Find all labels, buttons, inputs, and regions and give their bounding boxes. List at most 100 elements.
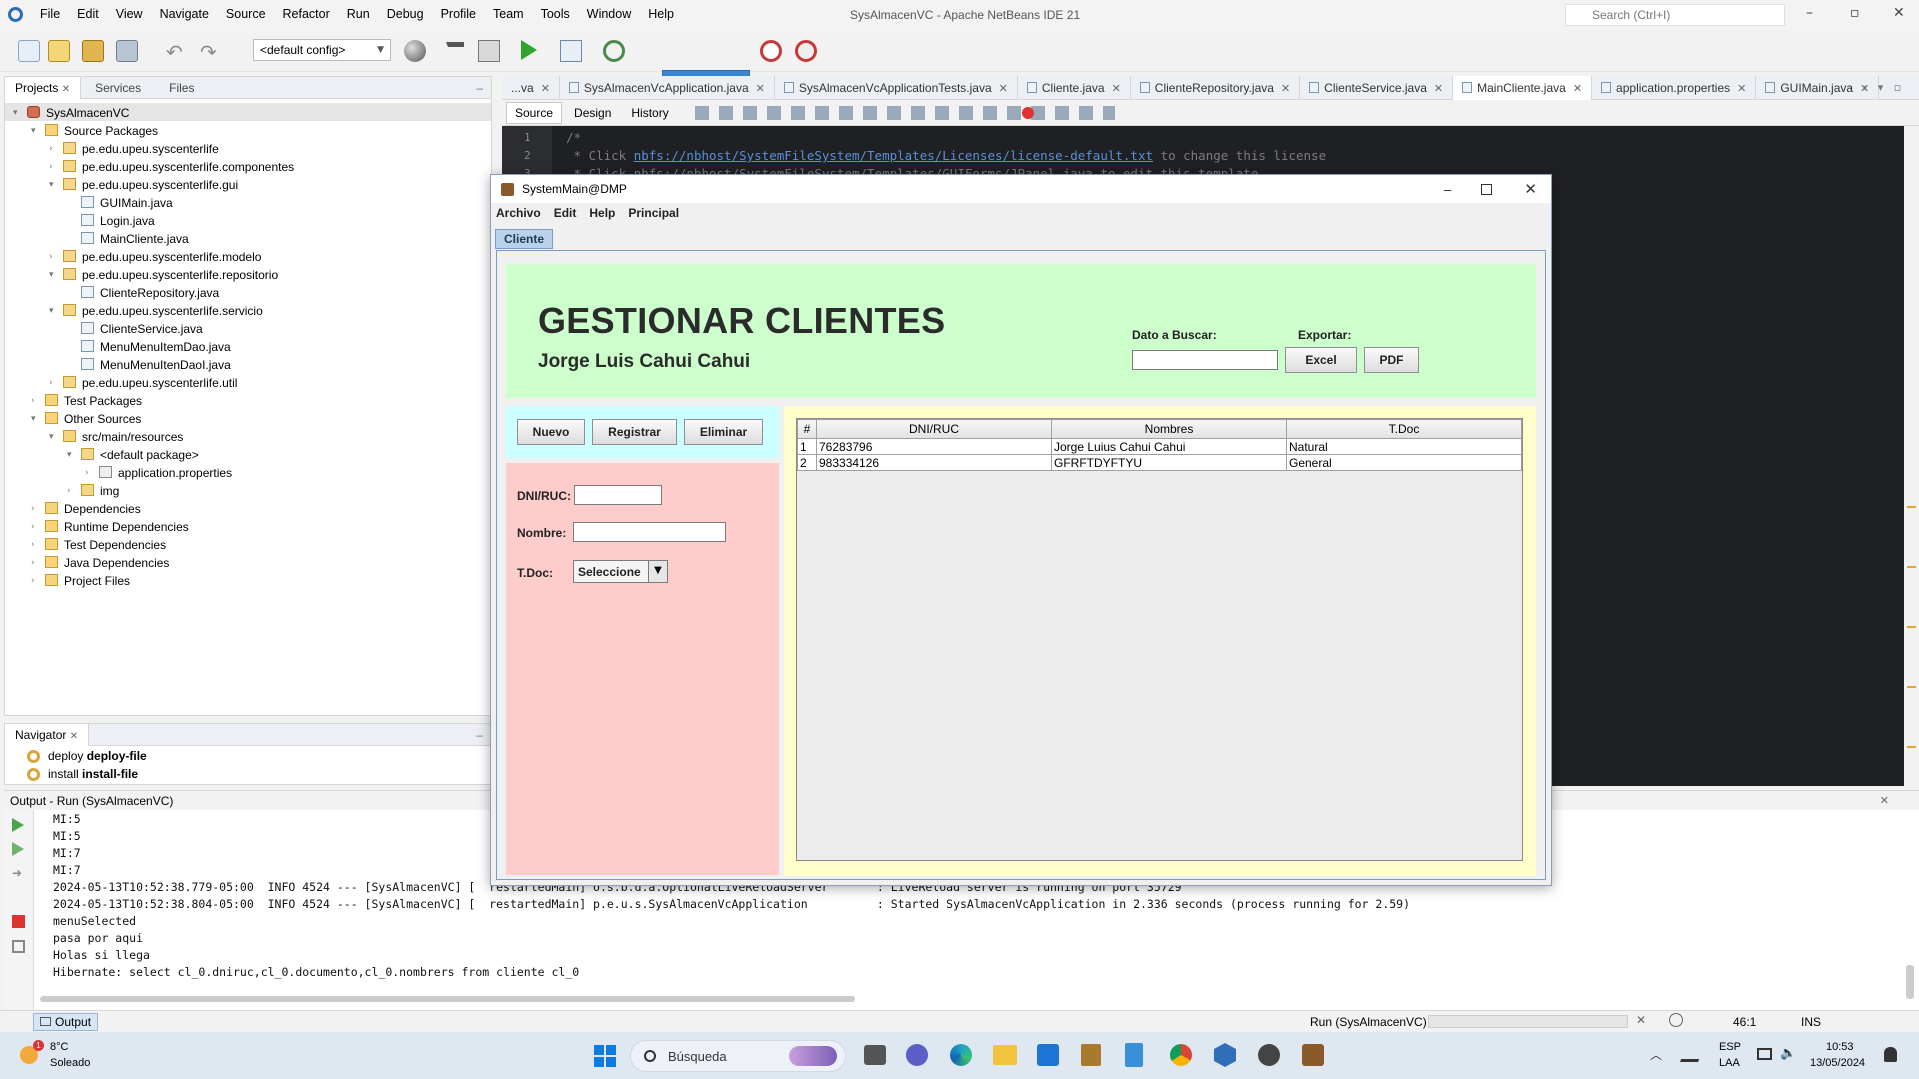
tree-item[interactable]: MainCliente.java (5, 229, 491, 247)
view-source-button[interactable]: Source (506, 101, 563, 124)
clients-table[interactable]: # DNI/RUC Nombres T.Doc 1 76283796 Jorge L… (796, 418, 1523, 861)
network-icon[interactable] (1680, 1046, 1704, 1062)
netbeans-taskbar-icon[interactable] (1214, 1043, 1236, 1067)
stop-icon[interactable] (12, 915, 25, 928)
globe-icon[interactable] (404, 40, 426, 62)
editor-tab[interactable]: ClienteRepository.java ✕ (1131, 75, 1301, 100)
tree-item[interactable]: ▾ pe.edu.upeu.syscenterlife.servicio (5, 301, 491, 319)
clock-date[interactable]: 13/05/2024 (1810, 1057, 1865, 1069)
ide-menu-profile[interactable]: Profile (441, 7, 476, 21)
game-app-icon[interactable] (1258, 1044, 1280, 1066)
ide-menu-file[interactable]: File (40, 7, 60, 21)
collapsed-arrow-icon[interactable]: › (31, 572, 41, 590)
close-icon[interactable]: ✕ (62, 84, 70, 95)
editor-tab[interactable]: ClienteService.java ✕ (1300, 75, 1454, 100)
tree-item[interactable]: › Test Packages (5, 391, 491, 409)
collapsed-arrow-icon[interactable]: › (31, 536, 41, 554)
tree-item[interactable]: ClienteRepository.java (5, 283, 491, 301)
ide-menu-source[interactable]: Source (226, 7, 266, 21)
view-design-button[interactable]: Design (566, 103, 619, 123)
editor-tool-icons[interactable] (694, 105, 1115, 120)
undo-icon[interactable]: ↶ (166, 40, 183, 64)
close-icon[interactable]: ✕ (999, 83, 1008, 95)
editor-scrollbar[interactable] (1904, 126, 1919, 786)
collapsed-arrow-icon[interactable]: › (31, 554, 41, 572)
tree-item[interactable]: › pe.edu.upeu.syscenterlife.componentes (5, 157, 491, 175)
record-macro-icon[interactable] (1022, 107, 1034, 119)
expanded-arrow-icon[interactable]: ▾ (67, 446, 77, 464)
new-button[interactable]: Nuevo (517, 419, 585, 445)
minimize-icon[interactable]: – (1806, 5, 1813, 21)
tab-cliente[interactable]: Cliente (495, 229, 554, 249)
close-icon[interactable]: ✕ (1737, 83, 1746, 95)
tree-item[interactable]: › application.properties (5, 463, 491, 481)
close-icon[interactable]: ✕ (1281, 83, 1290, 95)
build-hammer-icon[interactable] (446, 42, 464, 60)
tree-item[interactable]: › Dependencies (5, 499, 491, 517)
chrome-icon[interactable] (1170, 1044, 1192, 1066)
editor-tab[interactable]: application.properties ✕ (1592, 75, 1757, 100)
minimize-panel-icon[interactable]: – (476, 81, 483, 95)
collapsed-arrow-icon[interactable]: › (31, 392, 41, 410)
tab-navigator[interactable]: Navigator ✕ (5, 723, 90, 746)
java-app-icon[interactable] (1302, 1044, 1324, 1066)
search-input[interactable] (1132, 350, 1278, 370)
editor-tab[interactable]: SysAlmacenVcApplication.java ✕ (560, 75, 775, 100)
close-icon[interactable]: ✕ (1573, 83, 1582, 95)
ide-menu-debug[interactable]: Debug (387, 7, 424, 21)
clock-time[interactable]: 10:53 (1826, 1041, 1854, 1053)
ide-menu-edit[interactable]: Edit (77, 7, 99, 21)
expanded-arrow-icon[interactable]: ▾ (49, 302, 59, 320)
collapsed-arrow-icon[interactable]: › (49, 248, 59, 266)
rerun-with-params-icon[interactable] (12, 842, 24, 856)
navigator-item[interactable]: install install-file (5, 766, 491, 784)
tree-item[interactable]: ▾ Other Sources (5, 409, 491, 427)
collapsed-arrow-icon[interactable]: › (85, 464, 95, 482)
column-header-name[interactable]: Nombres (1051, 419, 1287, 439)
column-header-index[interactable]: # (797, 419, 817, 439)
name-field[interactable] (573, 522, 726, 542)
ide-menu-refactor[interactable]: Refactor (283, 7, 330, 21)
collapsed-arrow-icon[interactable]: › (49, 140, 59, 158)
delete-button[interactable]: Eliminar (684, 419, 763, 445)
language-secondary[interactable]: LAA (1719, 1057, 1740, 1069)
minimize-panel-icon[interactable]: – (476, 728, 483, 742)
close-icon[interactable]: ✕ (1112, 83, 1121, 95)
tree-item[interactable]: › pe.edu.upeu.syscenterlife.modelo (5, 247, 491, 265)
tree-item[interactable]: GUIMain.java (5, 193, 491, 211)
expanded-arrow-icon[interactable]: ▾ (31, 410, 41, 428)
tab-files[interactable]: Files (159, 77, 204, 99)
display-icon[interactable] (1757, 1048, 1772, 1060)
ide-menu-view[interactable]: View (116, 7, 143, 21)
expanded-arrow-icon[interactable]: ▾ (49, 428, 59, 446)
ide-menu-help[interactable]: Help (648, 7, 674, 21)
navigator-item[interactable]: deploy deploy-file (5, 748, 491, 766)
tree-item[interactable]: › img (5, 481, 491, 499)
tdoc-select[interactable]: Seleccione ▼ (573, 560, 668, 583)
maximize-icon[interactable] (1481, 183, 1493, 195)
close-icon[interactable]: ✕ (541, 83, 550, 95)
archive-app-icon[interactable] (1081, 1044, 1101, 1066)
tree-item[interactable]: ▾ <default package> (5, 445, 491, 463)
collapsed-arrow-icon[interactable]: › (67, 482, 77, 500)
run-icon[interactable] (521, 40, 537, 60)
step-icon[interactable]: ➜ (12, 866, 22, 880)
taskbar-search[interactable]: Búsqueda (630, 1040, 846, 1072)
menu-archivo[interactable]: Archivo (496, 206, 541, 220)
notifications-icon[interactable] (1669, 1013, 1683, 1027)
config-select[interactable]: <default config> ▼ (253, 39, 391, 61)
tree-item[interactable]: › pe.edu.upeu.syscenterlife (5, 139, 491, 157)
dni-field[interactable] (574, 485, 662, 505)
export-pdf-button[interactable]: PDF (1364, 347, 1419, 373)
clean-build-icon[interactable] (478, 40, 500, 62)
table-row[interactable]: 2 983334126 GFRFTDYFTYU General (797, 454, 1522, 471)
ide-menu-tools[interactable]: Tools (541, 7, 570, 21)
open-project-icon[interactable] (82, 40, 104, 62)
save-all-icon[interactable] (116, 40, 138, 62)
expanded-arrow-icon[interactable]: ▾ (31, 122, 41, 140)
chevron-up-icon[interactable]: ︿ (1650, 1046, 1662, 1063)
output-toggle-button[interactable]: Output (33, 1013, 99, 1031)
tree-item[interactable]: ▾ SysAlmacenVC (5, 103, 491, 121)
close-icon[interactable]: ✕ (1893, 5, 1905, 21)
output-vscrollbar[interactable] (1906, 965, 1914, 999)
